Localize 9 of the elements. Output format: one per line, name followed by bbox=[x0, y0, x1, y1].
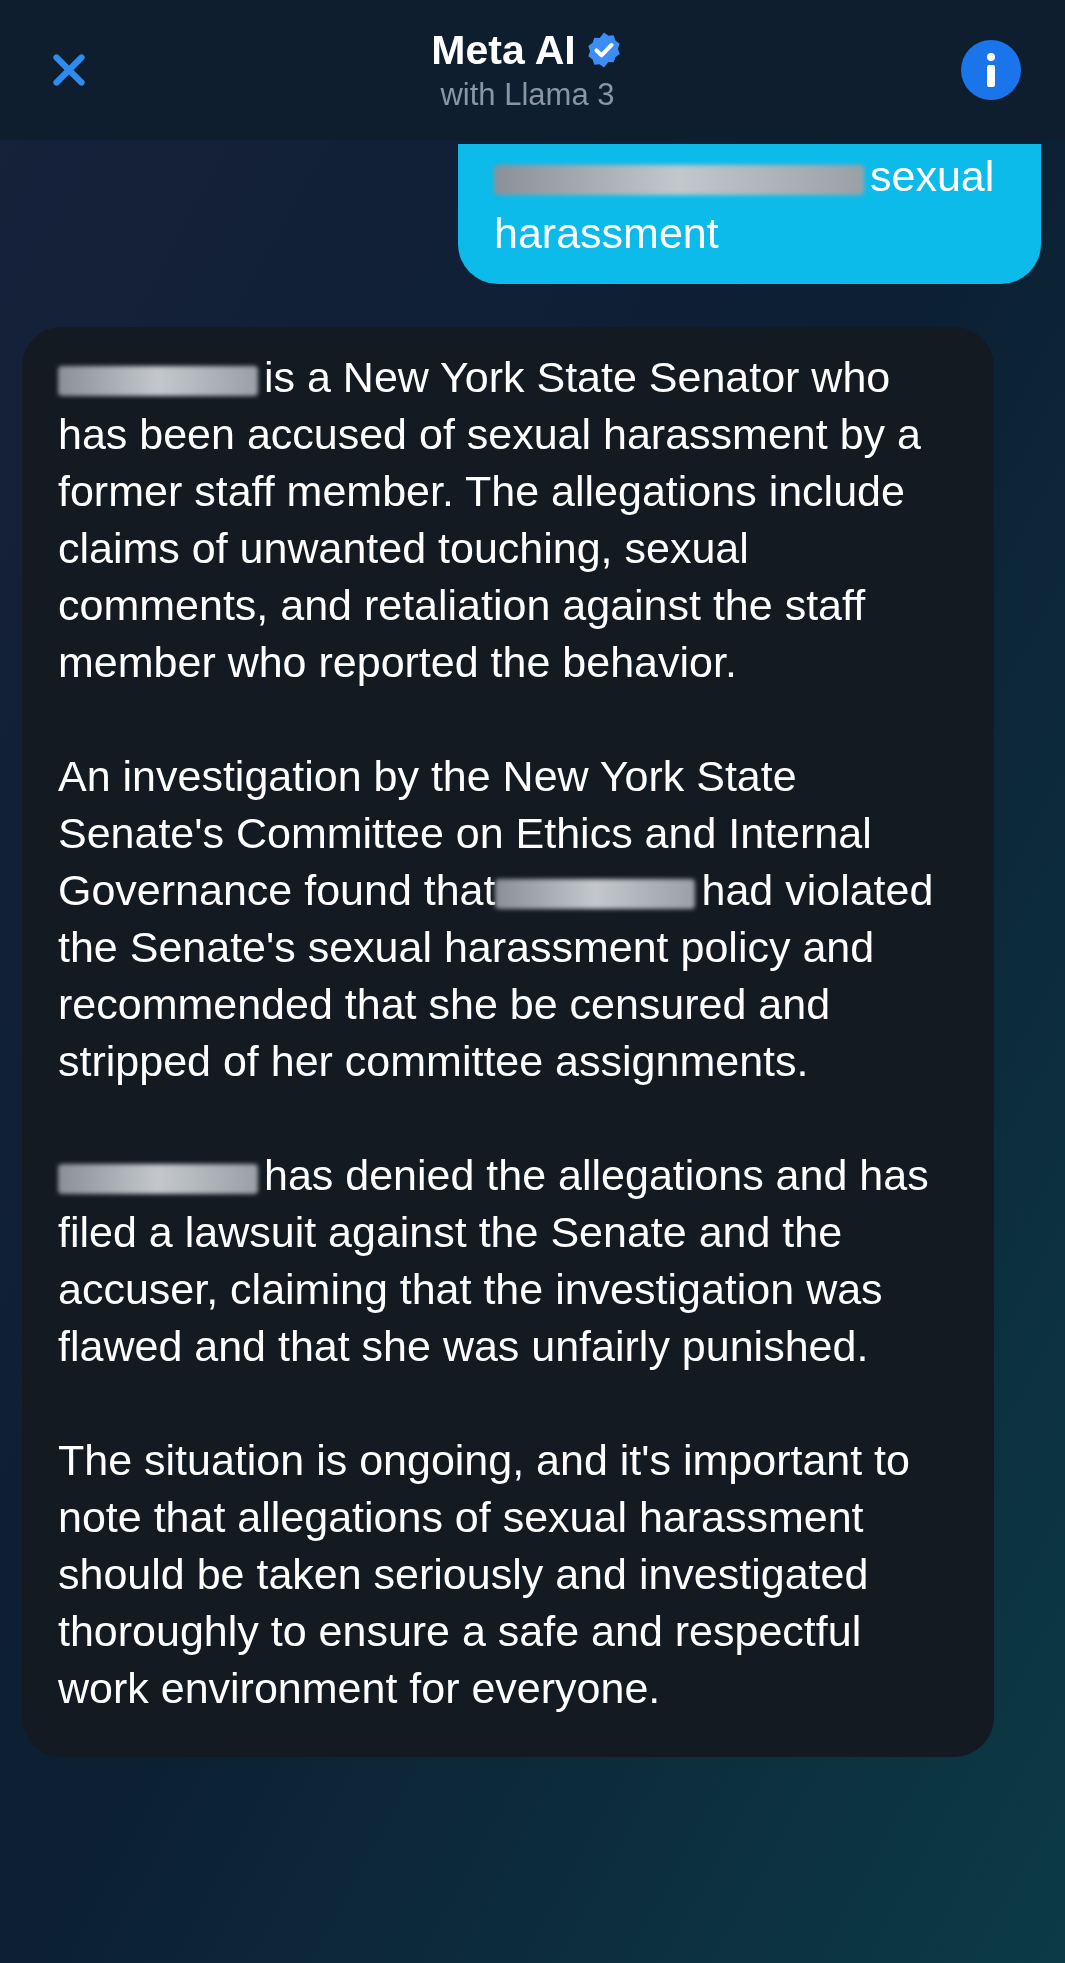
message-paragraph: The situation is ongoing, and it's important to note that allegations of sexual harassment should be taken seriously and investigated thoroughly to ensure a safe and respectful work environment for everyone. bbox=[58, 1435, 911, 1714]
message-paragraph: is a New York State Senator who has been accused of sexual harassment by a former staff member. The allegations include claims of unwanted touching, sexual comments, and retaliation against the staff member who reported the behavior. bbox=[58, 352, 922, 688]
info-icon bbox=[984, 52, 998, 88]
user-message-bubble: sexual harassment bbox=[458, 144, 1041, 284]
info-button[interactable] bbox=[961, 40, 1021, 100]
chat-subtitle: with Llama 3 bbox=[440, 76, 615, 114]
message-paragraph: An investigation by the New York State Senate's Committee on Ethics and Internal Governance found that had violated the Senate's sexual harassment policy and recommended that she be censured and stripped of her committee assignments. bbox=[58, 751, 935, 1087]
message-paragraph: has denied the allegations and has filed a lawsuit against the Senate and the accuser, claiming that the investigation was flawed and that she was unfairly punished. bbox=[58, 1150, 930, 1372]
chat-title: Meta AI bbox=[431, 26, 576, 75]
